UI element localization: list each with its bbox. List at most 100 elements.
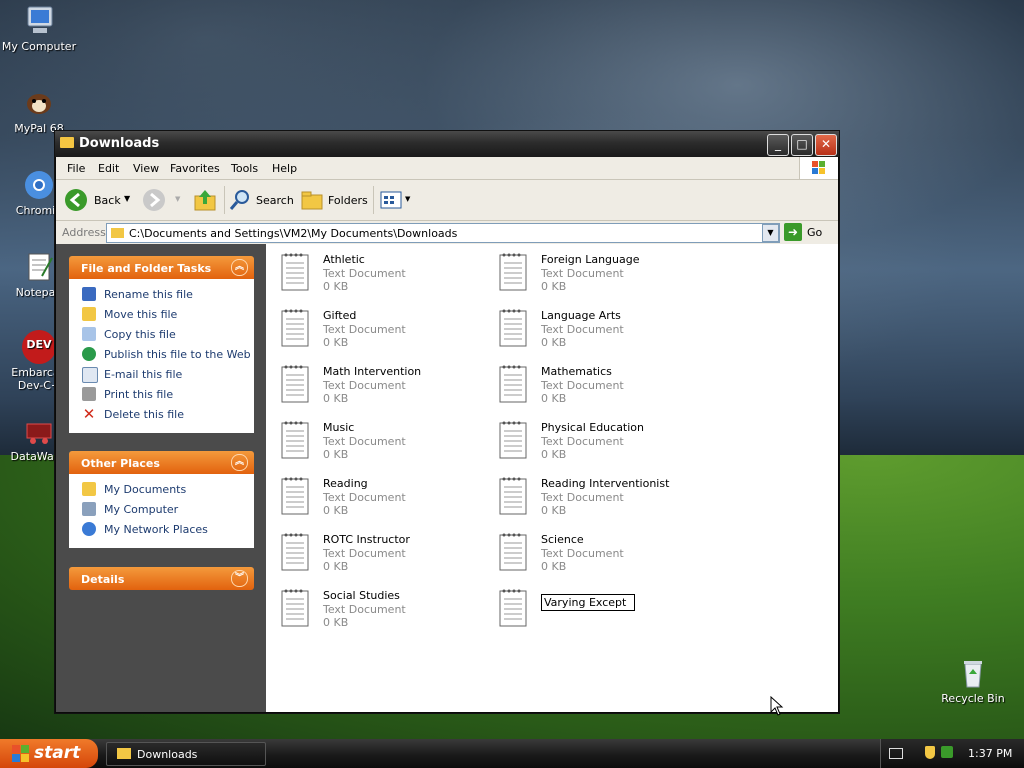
file-item[interactable]: Language Arts Text Document 0 KB	[499, 305, 709, 355]
back-button[interactable]: Back ▼	[64, 188, 130, 212]
mouse-cursor-icon	[770, 696, 784, 716]
desktop-icon-label: Recycle Bin	[941, 692, 1005, 705]
place-my-network-places[interactable]: My Network Places	[69, 520, 254, 540]
task-label: Move this file	[104, 308, 178, 321]
place-my-computer[interactable]: My Computer	[69, 500, 254, 520]
file-size: 0 KB	[323, 448, 349, 461]
datawagon-icon	[22, 414, 56, 448]
task-publish-file[interactable]: Publish this file to the Web	[69, 345, 254, 365]
details-header[interactable]: Details ︾	[69, 567, 254, 590]
chevron-down-icon: ▼	[124, 194, 131, 203]
file-item[interactable]: Science Text Document 0 KB	[499, 529, 709, 579]
file-item[interactable]: Foreign Language Text Document 0 KB	[499, 249, 709, 299]
up-folder-button[interactable]	[192, 188, 218, 212]
text-document-icon	[499, 589, 527, 627]
file-item[interactable]: Reading Text Document 0 KB	[281, 473, 491, 523]
menu-file[interactable]: File	[67, 162, 85, 175]
desktop-icon-recycle-bin[interactable]: Recycle Bin	[934, 656, 1012, 705]
task-label: E-mail this file	[104, 368, 183, 381]
file-type: Text Document	[323, 435, 406, 448]
task-move-file[interactable]: Move this file	[69, 305, 254, 325]
other-places-panel: Other Places ︽ My Documents My Computer …	[69, 451, 254, 548]
search-icon	[229, 190, 249, 210]
start-button[interactable]: start	[0, 739, 98, 768]
file-name: Physical Education	[541, 421, 645, 434]
file-item[interactable]: Physical Education Text Document 0 KB	[499, 417, 709, 467]
rename-input[interactable]: Varying Except	[541, 594, 635, 611]
mypal-icon	[22, 86, 56, 120]
explorer-window: Downloads _ □ ✕ File Edit View Favorites…	[54, 130, 840, 716]
folder-icon	[60, 137, 74, 148]
taskbar-downloads-button[interactable]: Downloads	[106, 742, 266, 766]
close-button[interactable]: ✕	[815, 134, 837, 156]
task-copy-file[interactable]: Copy this file	[69, 325, 254, 345]
file-type: Text Document	[323, 547, 406, 560]
task-email-file[interactable]: E-mail this file	[69, 365, 254, 385]
place-my-documents[interactable]: My Documents	[69, 480, 254, 500]
forward-arrow-icon	[143, 189, 165, 211]
file-item[interactable]: ROTC Instructor Text Document 0 KB	[281, 529, 491, 579]
file-item[interactable]: Music Text Document 0 KB	[281, 417, 491, 467]
menu-edit[interactable]: Edit	[98, 162, 119, 175]
publish-icon	[82, 347, 96, 361]
start-label: start	[34, 743, 81, 763]
file-size: 0 KB	[323, 504, 349, 517]
other-places-header[interactable]: Other Places ︽	[69, 451, 254, 474]
chromium-icon	[22, 168, 56, 202]
collapse-icon[interactable]: ︽	[231, 259, 248, 276]
search-button[interactable]: Search	[228, 188, 294, 212]
desktop-icon-mypal[interactable]: MyPal 68	[0, 86, 78, 135]
collapse-icon[interactable]: ︽	[231, 454, 248, 471]
go-label: Go	[807, 226, 823, 239]
file-name: Reading Interventionist	[541, 477, 670, 490]
file-size: 0 KB	[541, 392, 567, 405]
file-name: Language Arts	[541, 309, 621, 322]
task-delete-file[interactable]: ✕ Delete this file	[69, 405, 254, 425]
file-folder-tasks-header[interactable]: File and Folder Tasks ︽	[69, 256, 254, 279]
search-label: Search	[256, 194, 294, 207]
file-item[interactable]: Mathematics Text Document 0 KB	[499, 361, 709, 411]
address-input[interactable]: C:\Documents and Settings\VM2\My Documen…	[106, 223, 780, 243]
task-print-file[interactable]: Print this file	[69, 385, 254, 405]
file-item-renaming[interactable]: Varying Except	[499, 585, 709, 635]
security-shield-icon[interactable]	[925, 746, 935, 759]
rename-icon	[82, 287, 96, 301]
text-document-icon	[499, 477, 527, 515]
desktop-icon-my-computer[interactable]: My Computer	[0, 4, 78, 53]
folders-button[interactable]: Folders	[300, 188, 368, 212]
file-item[interactable]: Reading Interventionist Text Document 0 …	[499, 473, 709, 523]
file-item[interactable]: Athletic Text Document 0 KB	[281, 249, 491, 299]
file-size: 0 KB	[541, 448, 567, 461]
text-document-icon	[281, 309, 309, 347]
separator	[224, 186, 225, 214]
network-icon[interactable]	[941, 746, 953, 758]
file-item[interactable]: Gifted Text Document 0 KB	[281, 305, 491, 355]
file-name: Science	[541, 533, 584, 546]
menu-favorites[interactable]: Favorites	[170, 162, 220, 175]
menu-view[interactable]: View	[133, 162, 159, 175]
forward-button[interactable]: ▼	[142, 188, 182, 212]
recycle-bin-icon	[956, 656, 990, 690]
keyboard-icon[interactable]	[889, 748, 903, 759]
menu-help[interactable]: Help	[272, 162, 297, 175]
address-dropdown-button[interactable]: ▼	[762, 224, 779, 242]
file-item[interactable]: Social Studies Text Document 0 KB	[281, 585, 491, 635]
text-document-icon	[499, 309, 527, 347]
panel-title: Other Places	[81, 457, 160, 470]
menu-tools[interactable]: Tools	[231, 162, 258, 175]
minimize-button[interactable]: _	[767, 134, 789, 156]
task-rename-file[interactable]: Rename this file	[69, 285, 254, 305]
go-button[interactable]: ➜ Go	[784, 223, 834, 241]
address-bar: Address C:\Documents and Settings\VM2\My…	[56, 221, 838, 245]
views-button[interactable]: ▼	[379, 188, 415, 212]
file-type: Text Document	[323, 603, 406, 616]
file-size: 0 KB	[541, 336, 567, 349]
print-icon	[82, 387, 96, 401]
folder-icon	[111, 228, 124, 238]
expand-icon[interactable]: ︾	[231, 570, 248, 587]
file-item[interactable]: Math Intervention Text Document 0 KB	[281, 361, 491, 411]
file-size: 0 KB	[541, 504, 567, 517]
window-titlebar[interactable]: Downloads _ □ ✕	[55, 131, 839, 157]
maximize-button[interactable]: □	[791, 134, 813, 156]
devcpp-icon: DEV	[22, 330, 56, 364]
